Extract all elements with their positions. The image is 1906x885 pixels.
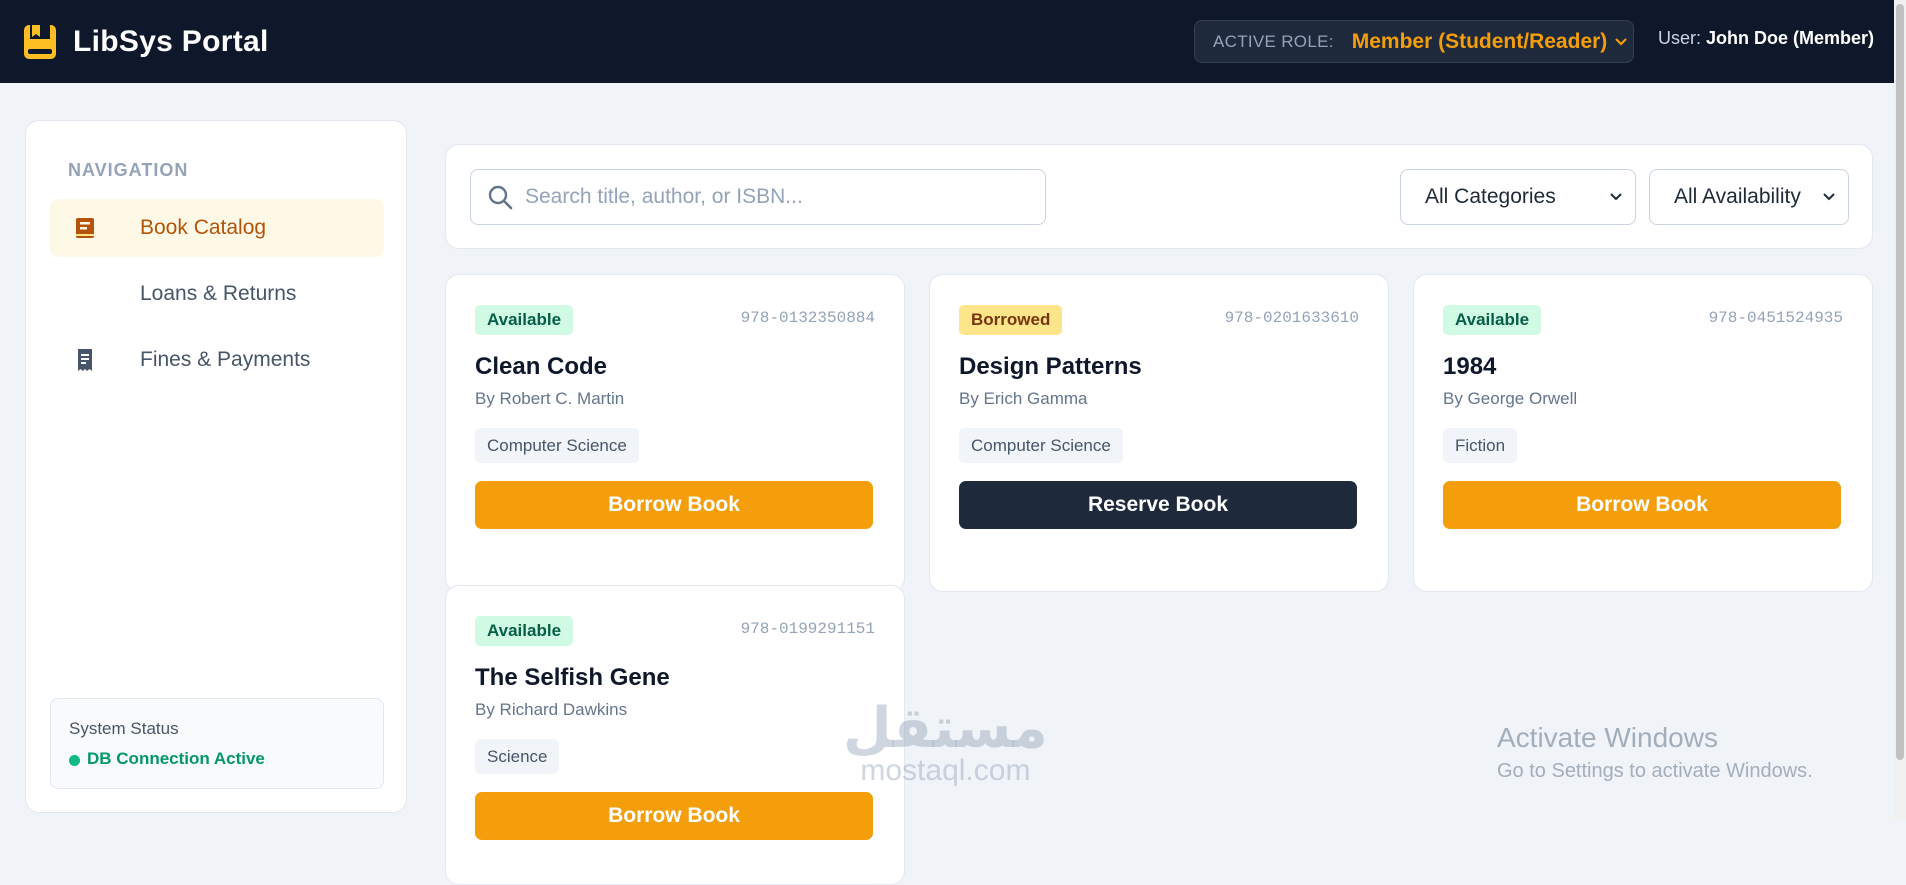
activate-subtitle: Go to Settings to activate Windows. [1497, 760, 1813, 782]
book-card: Borrowed 978-0201633610 Design Patterns … [929, 274, 1389, 592]
chevron-down-icon [1823, 193, 1835, 201]
book-title: Clean Code [475, 353, 608, 380]
watermark-english: mostaql.com [860, 754, 1031, 787]
book-card: Available 978-0451524935 1984 By George … [1413, 274, 1873, 592]
activate-windows-notice: Activate Windows Go to Settings to activ… [1497, 722, 1813, 783]
book-card: Available 978-0132350884 Clean Code By R… [445, 274, 905, 592]
chevron-down-icon [1615, 37, 1628, 46]
book-isbn: 978-0451524935 [1708, 309, 1843, 327]
sidebar-item-label: Loans & Returns [140, 282, 297, 305]
book-isbn: 978-0132350884 [740, 309, 875, 327]
activate-title: Activate Windows [1497, 722, 1718, 753]
search-input[interactable] [525, 185, 1025, 209]
mostaql-watermark: مستقل mostaql.com [843, 700, 1048, 786]
book-title: 1984 [1443, 353, 1497, 380]
app-title: LibSys Portal [73, 24, 269, 58]
category-tag: Science [475, 739, 560, 774]
filter-bar: All Categories All Availability [445, 144, 1873, 249]
availability-select[interactable]: All Availability [1649, 169, 1849, 225]
borrow-book-button[interactable]: Borrow Book [475, 792, 873, 840]
category-select[interactable]: All Categories [1400, 169, 1636, 225]
role-label: ACTIVE ROLE: [1213, 31, 1334, 51]
user-prefix: User: [1658, 28, 1702, 48]
top-bar: LibSys Portal ACTIVE ROLE: Member (Stude… [0, 0, 1894, 83]
book-author: By Erich Gamma [959, 389, 1088, 408]
book-author: By Richard Dawkins [475, 700, 628, 719]
status-badge: Available [475, 305, 574, 335]
brand[interactable]: LibSys Portal [23, 23, 269, 61]
status-badge: Borrowed [959, 305, 1063, 335]
category-tag: Computer Science [475, 428, 639, 463]
sidebar-item-label: Fines & Payments [140, 348, 311, 371]
chevron-down-icon [1610, 193, 1622, 201]
role-value: Member (Student/Reader) [1351, 29, 1608, 53]
sidebar-item-fines-payments[interactable]: Fines & Payments [50, 331, 384, 389]
book-isbn: 978-0199291151 [740, 620, 875, 638]
receipt-icon [78, 349, 92, 371]
book-title: Design Patterns [959, 353, 1142, 380]
status-badge: Available [1443, 305, 1542, 335]
sidebar-item-book-catalog[interactable]: Book Catalog [50, 199, 384, 257]
search-icon [488, 185, 513, 210]
book-card: Available 978-0199291151 The Selfish Gen… [445, 585, 905, 885]
book-author: By George Orwell [1443, 389, 1578, 408]
user-info: User: John Doe (Member) [1658, 28, 1874, 49]
borrow-book-button[interactable]: Borrow Book [1443, 481, 1841, 529]
user-name: John Doe (Member) [1706, 28, 1875, 48]
bookmark-book-icon [24, 24, 56, 59]
status-dot-icon [69, 755, 80, 766]
book-isbn: 978-0201633610 [1224, 309, 1359, 327]
role-selector[interactable]: ACTIVE ROLE: Member (Student/Reader) [1194, 20, 1634, 63]
scrollbar[interactable] [1894, 0, 1906, 820]
scrollbar-thumb[interactable] [1896, 4, 1904, 760]
search-box[interactable] [470, 169, 1046, 225]
category-tag: Fiction [1443, 428, 1518, 463]
book-icon [76, 218, 94, 238]
status-title: System Status [69, 719, 179, 738]
status-badge: Available [475, 616, 574, 646]
book-title: The Selfish Gene [475, 664, 670, 691]
nav-heading: NAVIGATION [68, 160, 189, 180]
sidebar-item-label: Book Catalog [140, 216, 267, 239]
status-text: DB Connection Active [87, 749, 265, 768]
availability-select-value: All Availability [1674, 185, 1801, 208]
borrow-book-button[interactable]: Borrow Book [475, 481, 873, 529]
system-status-panel: System Status DB Connection Active [50, 698, 384, 789]
sidebar-item-loans-returns[interactable]: Loans & Returns [50, 265, 384, 323]
watermark-arabic: مستقل [843, 696, 1048, 759]
reserve-book-button[interactable]: Reserve Book [959, 481, 1357, 529]
sidebar: NAVIGATION Book Catalog Loans & Returns … [25, 120, 407, 813]
category-select-value: All Categories [1425, 185, 1556, 208]
category-tag: Computer Science [959, 428, 1123, 463]
book-author: By Robert C. Martin [475, 389, 625, 408]
